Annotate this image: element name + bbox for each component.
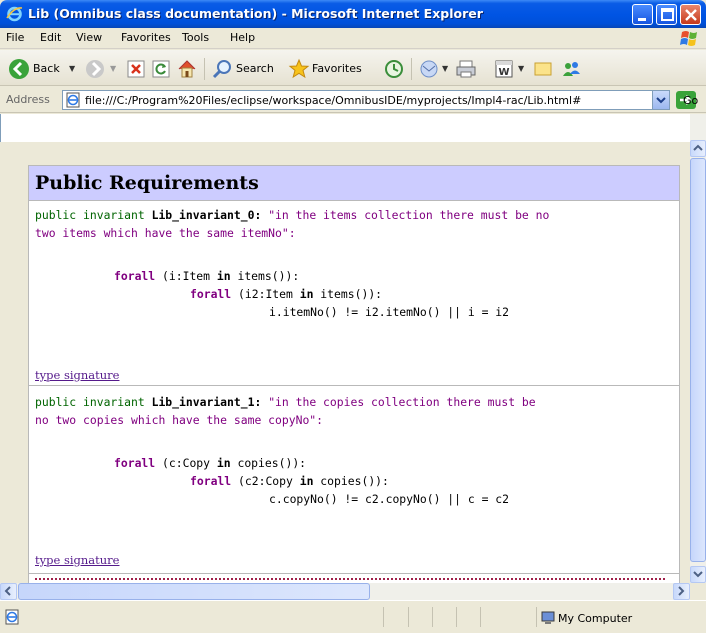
messenger-icon[interactable] xyxy=(560,58,582,80)
mail-icon[interactable] xyxy=(418,58,440,80)
invariant-declaration-line: public invariant Lib_invariant_1: "in th… xyxy=(35,395,536,409)
maximize-button[interactable] xyxy=(656,4,677,25)
back-dropdown-icon[interactable]: ▼ xyxy=(69,64,75,73)
invariant-keyword: public invariant xyxy=(35,208,145,222)
invariant-description-cont: no two copies which have the same copyNo… xyxy=(35,413,324,427)
invariant-name: Lib_invariant_0: xyxy=(151,208,262,222)
invariant-description: "in the items collection there must be n… xyxy=(268,208,550,222)
menu-view[interactable]: View xyxy=(76,31,102,44)
page-status-icon xyxy=(5,609,19,625)
minimize-button[interactable] xyxy=(632,4,653,25)
close-button[interactable] xyxy=(680,4,701,25)
history-icon[interactable] xyxy=(383,58,405,80)
forall-inner: forall (i2:Item in items()): xyxy=(190,287,383,301)
status-divider xyxy=(456,607,457,627)
internet-explorer-icon xyxy=(6,6,23,22)
status-divider xyxy=(432,607,433,627)
minimize-icon xyxy=(638,18,646,21)
toolbar-separator xyxy=(411,58,412,80)
address-dropdown-button[interactable] xyxy=(652,91,669,109)
horizontal-scroll-thumb[interactable] xyxy=(18,583,370,600)
mail-dropdown-icon[interactable]: ▼ xyxy=(442,64,448,73)
menu-help[interactable]: Help xyxy=(230,31,255,44)
address-input[interactable]: file:///C:/Program%20Files/eclipse/works… xyxy=(62,90,670,110)
chevron-up-icon xyxy=(693,144,703,151)
standard-toolbar: Back ▼ ▼ Search Favorites ▼ W ▼ xyxy=(0,50,706,86)
scroll-down-button[interactable] xyxy=(690,566,706,583)
chevron-down-icon xyxy=(656,97,666,104)
menu-bar: File Edit View Favorites Tools Help xyxy=(0,28,706,49)
discuss-icon[interactable] xyxy=(532,58,554,80)
invariant-body: i.itemNo() != i2.itemNo() || i = i2 xyxy=(269,305,510,319)
back-arrow-icon[interactable] xyxy=(8,58,30,80)
home-icon[interactable] xyxy=(176,58,198,80)
maximize-icon xyxy=(661,8,674,21)
back-button[interactable]: Back xyxy=(33,62,60,75)
scroll-left-button[interactable] xyxy=(0,583,17,600)
forall-outer: forall (i:Item in items()): xyxy=(114,269,300,283)
chevron-right-icon xyxy=(678,586,685,596)
invariant-keyword: public invariant xyxy=(35,395,145,409)
forward-arrow-icon[interactable] xyxy=(84,58,106,80)
invariant-body: c.copyNo() != c2.copyNo() || c = c2 xyxy=(269,492,510,506)
edit-dropdown-icon[interactable]: ▼ xyxy=(518,64,524,73)
address-url: file:///C:/Program%20Files/eclipse/works… xyxy=(85,94,582,107)
scroll-right-button[interactable] xyxy=(673,583,690,600)
window-title: Lib (Omnibus class documentation) - Micr… xyxy=(28,6,483,21)
status-bar: My Computer xyxy=(0,600,706,633)
chevron-down-icon xyxy=(693,571,703,578)
search-icon[interactable] xyxy=(212,58,234,80)
edit-word-icon[interactable]: W xyxy=(493,58,515,80)
status-divider xyxy=(480,607,481,627)
content-top-area xyxy=(0,114,690,142)
next-invariant-block-partial xyxy=(28,574,680,583)
scroll-up-button[interactable] xyxy=(690,140,706,157)
print-icon[interactable] xyxy=(455,58,477,80)
scrollbar-corner xyxy=(690,583,706,600)
invariant-name: Lib_invariant_1: xyxy=(151,395,262,409)
menu-favorites[interactable]: Favorites xyxy=(121,31,171,44)
forall-outer: forall (c:Copy in copies()): xyxy=(114,456,307,470)
forall-inner: forall (c2:Copy in copies()): xyxy=(190,474,389,488)
cut-off-text-line xyxy=(35,578,665,581)
invariant-description: "in the copies collection there must be xyxy=(268,395,536,409)
horizontal-scrollbar[interactable] xyxy=(0,583,690,600)
menu-tools[interactable]: Tools xyxy=(182,31,209,44)
page-icon xyxy=(66,92,80,108)
section-header: Public Requirements xyxy=(28,165,680,201)
status-divider xyxy=(536,607,537,627)
status-divider xyxy=(408,607,409,627)
type-signature-link[interactable]: type signature xyxy=(35,553,119,567)
vertical-scroll-thumb[interactable] xyxy=(690,158,706,562)
windows-logo-icon xyxy=(680,31,697,46)
invariant-description-cont: two items which have the same itemNo": xyxy=(35,226,296,240)
chevron-left-icon xyxy=(4,586,11,596)
stop-icon[interactable] xyxy=(126,58,146,80)
security-zone-label: My Computer xyxy=(558,612,633,625)
my-computer-icon xyxy=(541,611,555,624)
invariant-declaration-line: public invariant Lib_invariant_0: "in th… xyxy=(35,208,549,222)
go-button[interactable]: Go xyxy=(683,94,698,107)
type-signature-link[interactable]: type signature xyxy=(35,368,119,382)
section-title: Public Requirements xyxy=(35,172,259,194)
invariant-block: public invariant Lib_invariant_1: "in th… xyxy=(28,386,680,574)
address-label: Address xyxy=(6,93,50,106)
vertical-scrollbar[interactable] xyxy=(690,114,706,583)
forward-dropdown-icon[interactable]: ▼ xyxy=(110,64,116,73)
title-bar[interactable]: Lib (Omnibus class documentation) - Micr… xyxy=(0,0,706,28)
favorites-star-icon[interactable] xyxy=(288,58,310,80)
menu-file[interactable]: File xyxy=(6,31,24,44)
menu-edit[interactable]: Edit xyxy=(40,31,61,44)
address-bar: Address file:///C:/Program%20Files/eclip… xyxy=(0,87,706,113)
favorites-button[interactable]: Favorites xyxy=(312,62,362,75)
refresh-icon[interactable] xyxy=(151,58,171,80)
svg-text:W: W xyxy=(498,67,509,78)
toolbar-separator xyxy=(204,58,205,80)
close-icon xyxy=(685,9,697,21)
status-divider xyxy=(383,607,384,627)
search-button[interactable]: Search xyxy=(236,62,274,75)
invariant-block: public invariant Lib_invariant_0: "in th… xyxy=(28,201,680,386)
